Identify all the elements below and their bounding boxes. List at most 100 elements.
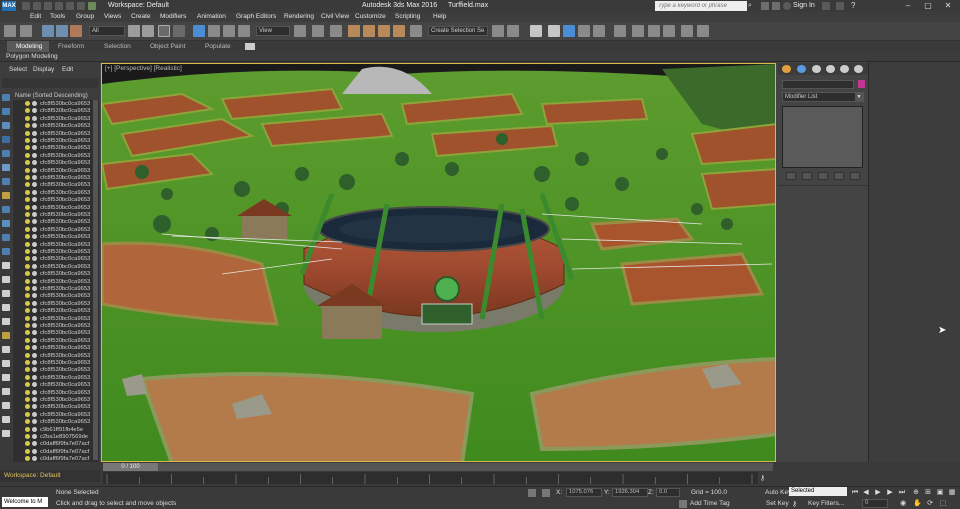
menu-edit[interactable]: Edit [30, 13, 41, 20]
light-bulb-icon[interactable] [25, 226, 30, 232]
window-crossing-icon[interactable] [173, 25, 185, 37]
utilities-tab-icon[interactable] [854, 65, 863, 73]
key-mode-dropdown[interactable]: Selected [789, 487, 847, 496]
light-bulb-icon[interactable] [25, 337, 30, 343]
sign-in-link[interactable]: Sign In [793, 2, 815, 9]
x-coordinate-field[interactable]: 1075.076 [566, 488, 602, 497]
filter-icon[interactable] [2, 290, 10, 297]
filter-icon[interactable] [2, 234, 10, 241]
light-bulb-icon[interactable] [25, 434, 30, 439]
tab-freeform[interactable]: Freeform [58, 43, 84, 50]
list-item[interactable]: cfc8f530bc0ca9653 [13, 271, 99, 278]
link-icon[interactable] [88, 2, 96, 10]
list-item[interactable]: cfc8f530bc0ca9653 [13, 300, 99, 308]
time-tag-icon[interactable] [679, 500, 687, 508]
remove-modifier-icon[interactable] [834, 172, 844, 180]
light-bulb-icon[interactable] [25, 197, 30, 203]
close-icon[interactable]: ✕ [938, 0, 958, 12]
tab-object-paint[interactable]: Object Paint [150, 43, 185, 50]
list-item[interactable]: cfc8f530bc0ca9653 [13, 234, 99, 241]
new-file-icon[interactable] [22, 2, 30, 10]
light-bulb-icon[interactable] [25, 204, 30, 210]
light-bulb-icon[interactable] [25, 293, 30, 299]
z-coordinate-field[interactable]: 0.0 [656, 488, 680, 497]
filter-icon[interactable] [2, 108, 10, 115]
light-bulb-icon[interactable] [25, 249, 30, 254]
spinner-snap-icon[interactable] [393, 25, 405, 37]
redo-icon[interactable] [20, 25, 32, 37]
light-bulb-icon[interactable] [25, 419, 30, 425]
menu-rendering[interactable]: Rendering [284, 13, 314, 20]
light-bulb-icon[interactable] [25, 308, 30, 314]
list-item[interactable]: cfc8f530bc0ca9653 [13, 115, 99, 123]
add-time-tag[interactable]: Add Time Tag [690, 500, 730, 507]
light-bulb-icon[interactable] [25, 130, 30, 136]
menu-views[interactable]: Views [104, 13, 121, 20]
percent-snap-icon[interactable] [378, 25, 390, 37]
a360-gallery-icon[interactable] [697, 25, 709, 37]
filter-icon[interactable] [2, 388, 10, 395]
go-to-end-icon[interactable]: ⏭ [898, 489, 906, 497]
filter-icon[interactable] [2, 402, 10, 409]
list-item[interactable]: c0daff6f9fa7e07acf [13, 441, 99, 448]
time-slider-track[interactable] [103, 463, 773, 471]
show-end-result-icon[interactable] [802, 172, 812, 180]
ribbon-options-icon[interactable] [245, 43, 255, 50]
maximize-toggle-icon[interactable]: ⬚ [939, 500, 947, 508]
project-folder-icon[interactable] [77, 2, 85, 10]
scene-menu-display[interactable]: Display [33, 66, 54, 73]
light-bulb-icon[interactable] [25, 160, 30, 166]
filter-icon[interactable] [2, 178, 10, 185]
unlink-icon[interactable] [56, 25, 68, 37]
menu-animation[interactable]: Animation [197, 13, 226, 20]
menu-scripting[interactable]: Scripting [395, 13, 420, 20]
list-item[interactable]: cfc8f530bc0ca9653 [13, 315, 99, 323]
list-item[interactable]: cfc8f530bc0ca9653 [13, 286, 99, 293]
list-item[interactable]: cfc8f530bc0ca9653 [13, 167, 99, 175]
user-icon[interactable] [783, 2, 791, 10]
filter-icon[interactable] [2, 220, 10, 227]
pan-icon[interactable]: ✋ [913, 500, 922, 508]
light-bulb-icon[interactable] [25, 101, 30, 106]
search-input[interactable] [655, 1, 747, 11]
filter-icon[interactable] [2, 360, 10, 367]
key-icon[interactable]: ⚷ [760, 474, 770, 482]
light-bulb-icon[interactable] [25, 367, 30, 373]
cart-icon[interactable] [822, 2, 830, 10]
light-bulb-icon[interactable] [25, 389, 30, 395]
light-bulb-icon[interactable] [25, 263, 30, 269]
toggle-layer-explorer-icon[interactable] [548, 25, 560, 37]
filter-icon[interactable] [2, 206, 10, 213]
list-item[interactable]: cfc8f530bc0ca9653 [13, 337, 99, 345]
filter-icon[interactable] [2, 318, 10, 325]
track-bar[interactable] [103, 472, 758, 484]
light-bulb-icon[interactable] [25, 352, 30, 358]
list-item[interactable]: cfc8f530bc0ca9653 [13, 263, 99, 271]
filter-icon[interactable] [2, 150, 10, 157]
list-item[interactable]: cfc8f530bc0ca9653 [13, 182, 99, 189]
current-frame-field[interactable]: 0 [862, 499, 888, 508]
select-object-icon[interactable] [128, 25, 140, 37]
field-of-view-icon[interactable]: ◉ [899, 500, 907, 508]
workspace-dropdown[interactable]: Workspace: Default [0, 470, 100, 482]
list-item[interactable]: c0daff6f9fa7e07acf [13, 448, 99, 456]
list-item[interactable]: cfc8f530bc0ca9653 [13, 256, 99, 263]
chevron-down-icon[interactable]: ▼ [855, 93, 863, 101]
list-item[interactable]: cfc8f530bc0ca9653 [13, 352, 99, 360]
help-button[interactable]: ? [851, 1, 855, 10]
play-icon[interactable]: ▶ [874, 489, 882, 497]
previous-frame-icon[interactable]: ◀ [862, 489, 870, 497]
curve-editor-icon[interactable] [578, 25, 590, 37]
light-bulb-icon[interactable] [25, 271, 30, 277]
object-name-field[interactable] [782, 80, 854, 89]
snaps-toggle-icon[interactable] [348, 25, 360, 37]
open-file-icon[interactable] [33, 2, 41, 10]
rotate-icon[interactable] [208, 25, 220, 37]
light-bulb-icon[interactable] [25, 138, 30, 143]
place-icon[interactable] [238, 25, 250, 37]
list-item[interactable]: cfc8f530bc0ca9653 [13, 374, 99, 382]
light-bulb-icon[interactable] [25, 345, 30, 351]
render-in-cloud-icon[interactable] [681, 25, 693, 37]
filter-icon[interactable] [2, 276, 10, 283]
list-item[interactable]: cfc8f530bc0ca9653 [13, 152, 99, 160]
